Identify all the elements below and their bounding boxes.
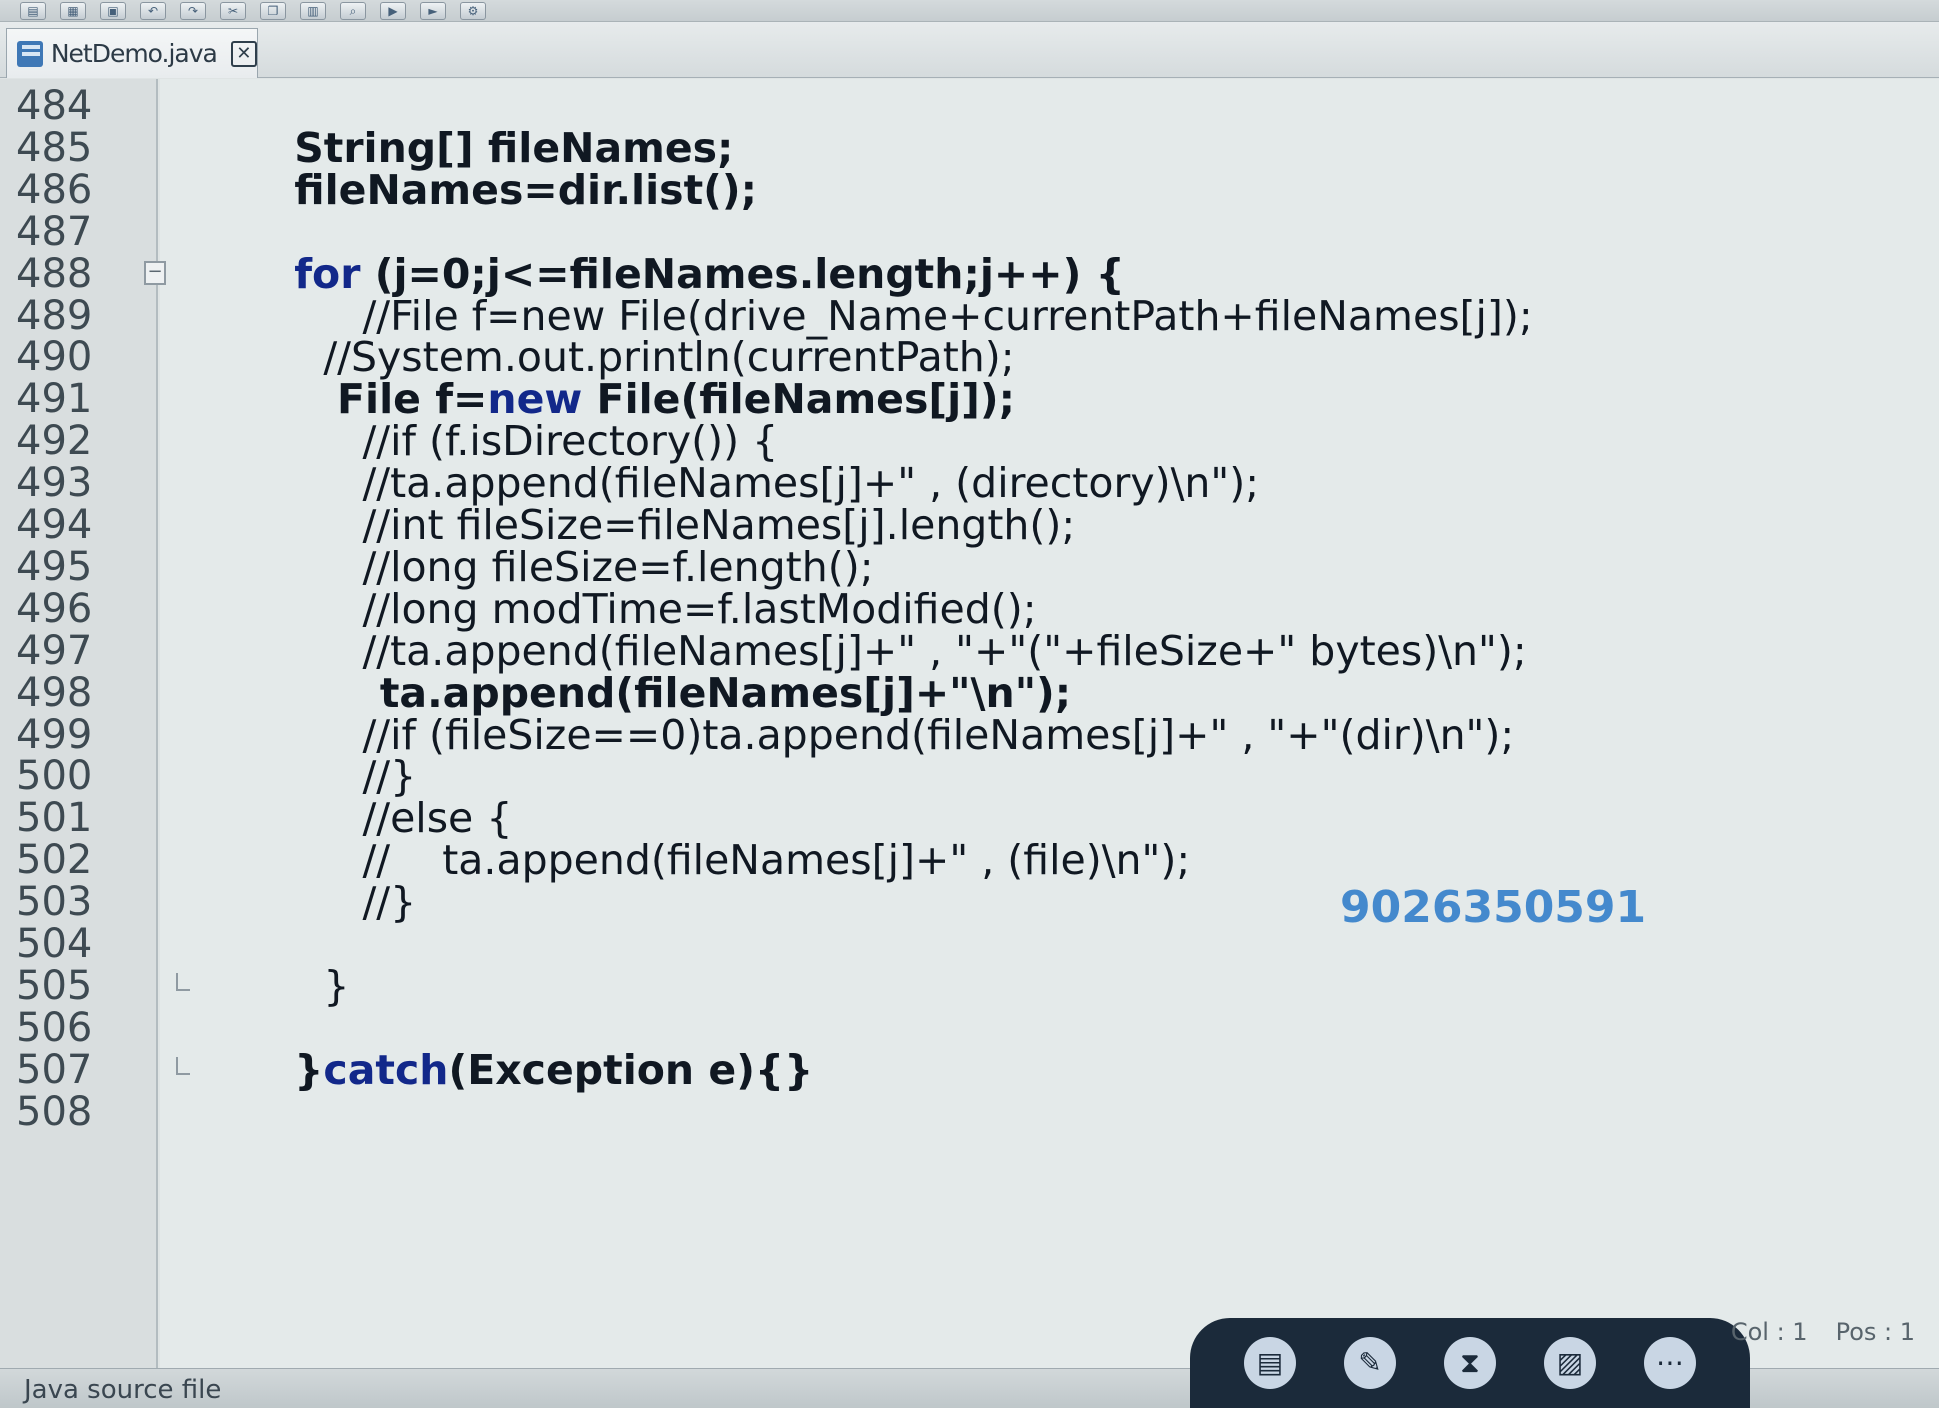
toolbar-cut-icon[interactable]: ✂ — [220, 1, 246, 20]
dock-hourglass-icon[interactable]: ⧗ — [1444, 1337, 1496, 1389]
dock-app-icon[interactable]: ▤ — [1244, 1337, 1296, 1389]
code-line[interactable]: } — [180, 961, 349, 1011]
column-indicator: Col : 1 — [1730, 1318, 1808, 1346]
toolbar-open-icon[interactable]: ▦ — [60, 1, 86, 20]
dock-pen-icon[interactable]: ✎ — [1344, 1337, 1396, 1389]
code-keyword: catch — [323, 1045, 449, 1094]
toolbar-copy-icon[interactable]: ❐ — [260, 1, 286, 20]
position-indicator: Pos : 1 — [1835, 1318, 1915, 1346]
fold-end-marker — [176, 1056, 190, 1075]
toolbar: ▤ ▦ ▣ ↶ ↷ ✂ ❐ ▥ ⌕ ▶ ► ⚙ — [0, 0, 1939, 22]
code-editor[interactable]: String[] fileNames; fileNames=dir.list()… — [160, 79, 1939, 1368]
fold-end-marker — [176, 972, 190, 991]
toolbar-find-icon[interactable]: ⌕ — [340, 1, 366, 20]
toolbar-redo-icon[interactable]: ↷ — [180, 1, 206, 20]
line-number-gutter: 484 485 486 487 488 489 490 491 492 493 494 495 496 4… — [0, 79, 158, 1368]
editor-tab-label: NetDemo.java — [50, 39, 218, 68]
code-line[interactable]: }catch(Exception e){} — [180, 1045, 813, 1095]
editor-tab-strip: NetDemo.java ✕ — [0, 22, 1939, 78]
line-number: 508 — [16, 1088, 93, 1135]
dock-image-icon[interactable]: ▨ — [1544, 1337, 1596, 1389]
toolbar-run-icon[interactable]: ► — [420, 1, 446, 20]
code-line[interactable]: //} — [180, 877, 416, 927]
code-line[interactable]: fileNames=dir.list(); — [180, 165, 757, 215]
fold-toggle-icon[interactable]: − — [144, 260, 166, 285]
toolbar-compile-icon[interactable]: ▶ — [380, 1, 406, 20]
dock-more-icon[interactable]: ⋯ — [1644, 1337, 1696, 1389]
java-file-icon — [17, 40, 43, 67]
overlay-watermark-number: 9026350591 — [1340, 882, 1647, 933]
close-tab-icon[interactable]: ✕ — [230, 40, 257, 67]
taskbar-dock: ▤ ✎ ⧗ ▨ ⋯ — [1190, 1318, 1750, 1408]
file-type-status: Java source file — [24, 1375, 222, 1405]
toolbar-undo-icon[interactable]: ↶ — [140, 1, 166, 20]
toolbar-debug-icon[interactable]: ⚙ — [460, 1, 486, 20]
toolbar-paste-icon[interactable]: ▥ — [300, 1, 326, 20]
toolbar-save-icon[interactable]: ▣ — [100, 1, 126, 20]
editor-tab[interactable]: NetDemo.java ✕ — [6, 28, 258, 78]
cursor-position: Col : 1 Pos : 1 — [1731, 1318, 1915, 1346]
toolbar-new-icon[interactable]: ▤ — [20, 1, 46, 20]
